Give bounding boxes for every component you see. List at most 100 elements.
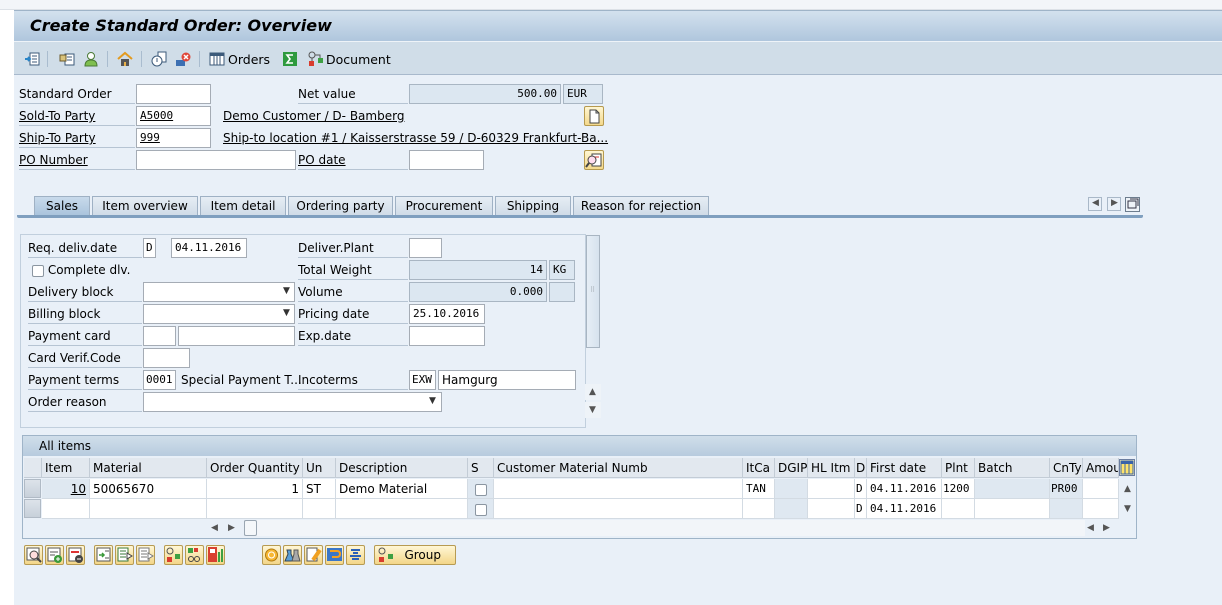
cell-d[interactable]: D bbox=[855, 499, 867, 519]
item-details-button[interactable] bbox=[24, 545, 43, 565]
substitution-button[interactable] bbox=[325, 545, 344, 565]
cell-batch[interactable] bbox=[975, 479, 1050, 499]
tab-scroll-right-button[interactable]: ▶ bbox=[1107, 197, 1121, 211]
ship-to-party-field[interactable]: 999 bbox=[136, 128, 211, 148]
exp-date-field[interactable] bbox=[409, 326, 485, 346]
req-deliv-date-format-field[interactable]: D bbox=[143, 238, 156, 258]
cell-cnty[interactable] bbox=[1050, 499, 1083, 519]
complete-dlv-checkbox-row[interactable]: Complete dlv. bbox=[32, 260, 152, 280]
row-selector-header[interactable] bbox=[24, 458, 42, 478]
table-settings-button[interactable] bbox=[1119, 459, 1135, 476]
select-block-button[interactable] bbox=[115, 545, 134, 565]
order-reason-dropdown[interactable] bbox=[143, 392, 442, 412]
po-number-field[interactable] bbox=[136, 150, 296, 170]
cell-s[interactable] bbox=[468, 499, 494, 519]
business-partner-button[interactable] bbox=[83, 50, 99, 68]
cell-hl-itm[interactable] bbox=[808, 499, 855, 519]
insert-row-button[interactable] bbox=[45, 545, 64, 565]
incoterms-location-field[interactable]: Hamgurg bbox=[438, 370, 576, 390]
cell-description[interactable]: Demo Material bbox=[336, 479, 468, 499]
row-checkbox[interactable] bbox=[474, 483, 487, 496]
horizontal-scroll-thumb[interactable] bbox=[244, 520, 257, 536]
display-doc-header-button[interactable] bbox=[24, 50, 40, 68]
horizontal-scroll-track[interactable] bbox=[245, 520, 1085, 536]
billing-block-dropdown[interactable] bbox=[143, 304, 295, 324]
header-details-button[interactable] bbox=[59, 50, 75, 68]
sales-panel-scrollbar[interactable]: ⠿ ▲ ▼ bbox=[585, 234, 601, 424]
col-header-hl-itm[interactable]: HL Itm bbox=[808, 458, 855, 478]
sort-button[interactable] bbox=[346, 545, 365, 565]
card-verif-code-field[interactable] bbox=[143, 348, 190, 368]
tab-procurement[interactable]: Procurement bbox=[395, 196, 493, 216]
row-selector[interactable] bbox=[24, 479, 41, 498]
delete-row-button[interactable] bbox=[66, 545, 85, 565]
table-scroll-right-button[interactable]: ▶ bbox=[226, 521, 238, 535]
document-button[interactable]: Document bbox=[308, 50, 391, 68]
col-header-amount[interactable]: Amou bbox=[1083, 458, 1119, 478]
edit-item-button[interactable] bbox=[304, 545, 323, 565]
new-document-button[interactable] bbox=[584, 106, 604, 126]
cell-unit[interactable] bbox=[303, 499, 336, 519]
cell-unit[interactable]: ST bbox=[303, 479, 336, 499]
document-flow-button[interactable] bbox=[151, 50, 167, 68]
col-header-batch[interactable]: Batch bbox=[975, 458, 1050, 478]
sold-to-party-field[interactable]: A5000 bbox=[136, 106, 211, 126]
tab-item-detail[interactable]: Item detail bbox=[200, 196, 286, 216]
col-header-dgip[interactable]: DGIP bbox=[775, 458, 808, 478]
cell-amount[interactable] bbox=[1083, 499, 1119, 519]
col-header-cnty[interactable]: CnTy bbox=[1050, 458, 1083, 478]
deselect-all-button[interactable] bbox=[136, 545, 155, 565]
tab-reason-for-rejection[interactable]: Reason for rejection bbox=[573, 196, 709, 216]
ship-to-party-label[interactable]: Ship-To Party bbox=[19, 128, 135, 148]
ship-to-party-description[interactable]: Ship-to location #1 / Kaisserstrasse 59 … bbox=[223, 128, 608, 148]
orders-button[interactable]: Orders bbox=[209, 50, 270, 68]
tab-sales[interactable]: Sales bbox=[34, 196, 90, 216]
sold-to-party-description[interactable]: Demo Customer / D- Bamberg bbox=[223, 106, 404, 126]
col-header-item[interactable]: Item bbox=[42, 458, 90, 478]
cell-first-date[interactable]: 04.11.2016 bbox=[867, 479, 942, 499]
payment-card-type-field[interactable] bbox=[143, 326, 176, 346]
scroll-down-button[interactable]: ▼ bbox=[585, 402, 601, 418]
table-scroll-down-button[interactable]: ▼ bbox=[1119, 500, 1137, 518]
cell-cnty[interactable]: PR00 bbox=[1050, 479, 1083, 499]
req-deliv-date-field[interactable]: 04.11.2016 bbox=[171, 238, 247, 258]
cell-amount[interactable] bbox=[1083, 479, 1119, 499]
col-header-s[interactable]: S bbox=[468, 458, 494, 478]
col-header-order-quantity[interactable]: Order Quantity bbox=[207, 458, 303, 478]
standard-order-field[interactable] bbox=[136, 84, 211, 104]
group-button[interactable]: Group bbox=[374, 545, 456, 565]
col-header-unit[interactable]: Un bbox=[303, 458, 336, 478]
org-data-button[interactable] bbox=[117, 50, 133, 68]
col-header-first-date[interactable]: First date bbox=[867, 458, 942, 478]
cell-material[interactable] bbox=[90, 499, 207, 519]
row-checkbox[interactable] bbox=[474, 503, 487, 516]
display-document-button[interactable] bbox=[584, 150, 604, 170]
scroll-up-button[interactable]: ▲ bbox=[585, 384, 601, 400]
po-date-label[interactable]: PO date bbox=[298, 150, 408, 170]
cell-material[interactable]: 50065670 bbox=[90, 479, 207, 499]
cell-order-quantity[interactable]: 1 bbox=[207, 479, 303, 499]
cell-item[interactable] bbox=[42, 499, 90, 519]
sold-to-party-label[interactable]: Sold-To Party bbox=[19, 106, 135, 126]
batch-split-button[interactable] bbox=[283, 545, 302, 565]
table-scroll-up-button[interactable]: ▲ bbox=[1119, 480, 1137, 498]
item-conditions-button[interactable] bbox=[206, 545, 225, 565]
tab-item-overview[interactable]: Item overview bbox=[92, 196, 198, 216]
item-availability-button[interactable] bbox=[185, 545, 204, 565]
deliver-plant-field[interactable] bbox=[409, 238, 442, 258]
tab-shipping[interactable]: Shipping bbox=[495, 196, 571, 216]
col-header-itca[interactable]: ItCa bbox=[743, 458, 775, 478]
status-overview-button[interactable] bbox=[175, 50, 191, 68]
delivery-block-dropdown[interactable] bbox=[143, 282, 295, 302]
table-scroll-left-end-button[interactable]: ◀ bbox=[1085, 521, 1097, 535]
table-scroll-left-button[interactable]: ◀ bbox=[209, 521, 221, 535]
col-header-customer-material[interactable]: Customer Material Numb bbox=[494, 458, 743, 478]
configuration-button[interactable] bbox=[164, 545, 183, 565]
po-number-label[interactable]: PO Number bbox=[19, 150, 135, 170]
sum-button[interactable] bbox=[282, 50, 298, 68]
col-header-d[interactable]: D bbox=[855, 458, 867, 478]
cell-first-date[interactable]: 04.11.2016 bbox=[867, 499, 942, 519]
tab-ordering-party[interactable]: Ordering party bbox=[288, 196, 393, 216]
payment-terms-field[interactable]: 0001 bbox=[143, 370, 176, 390]
cell-plnt[interactable] bbox=[942, 499, 975, 519]
